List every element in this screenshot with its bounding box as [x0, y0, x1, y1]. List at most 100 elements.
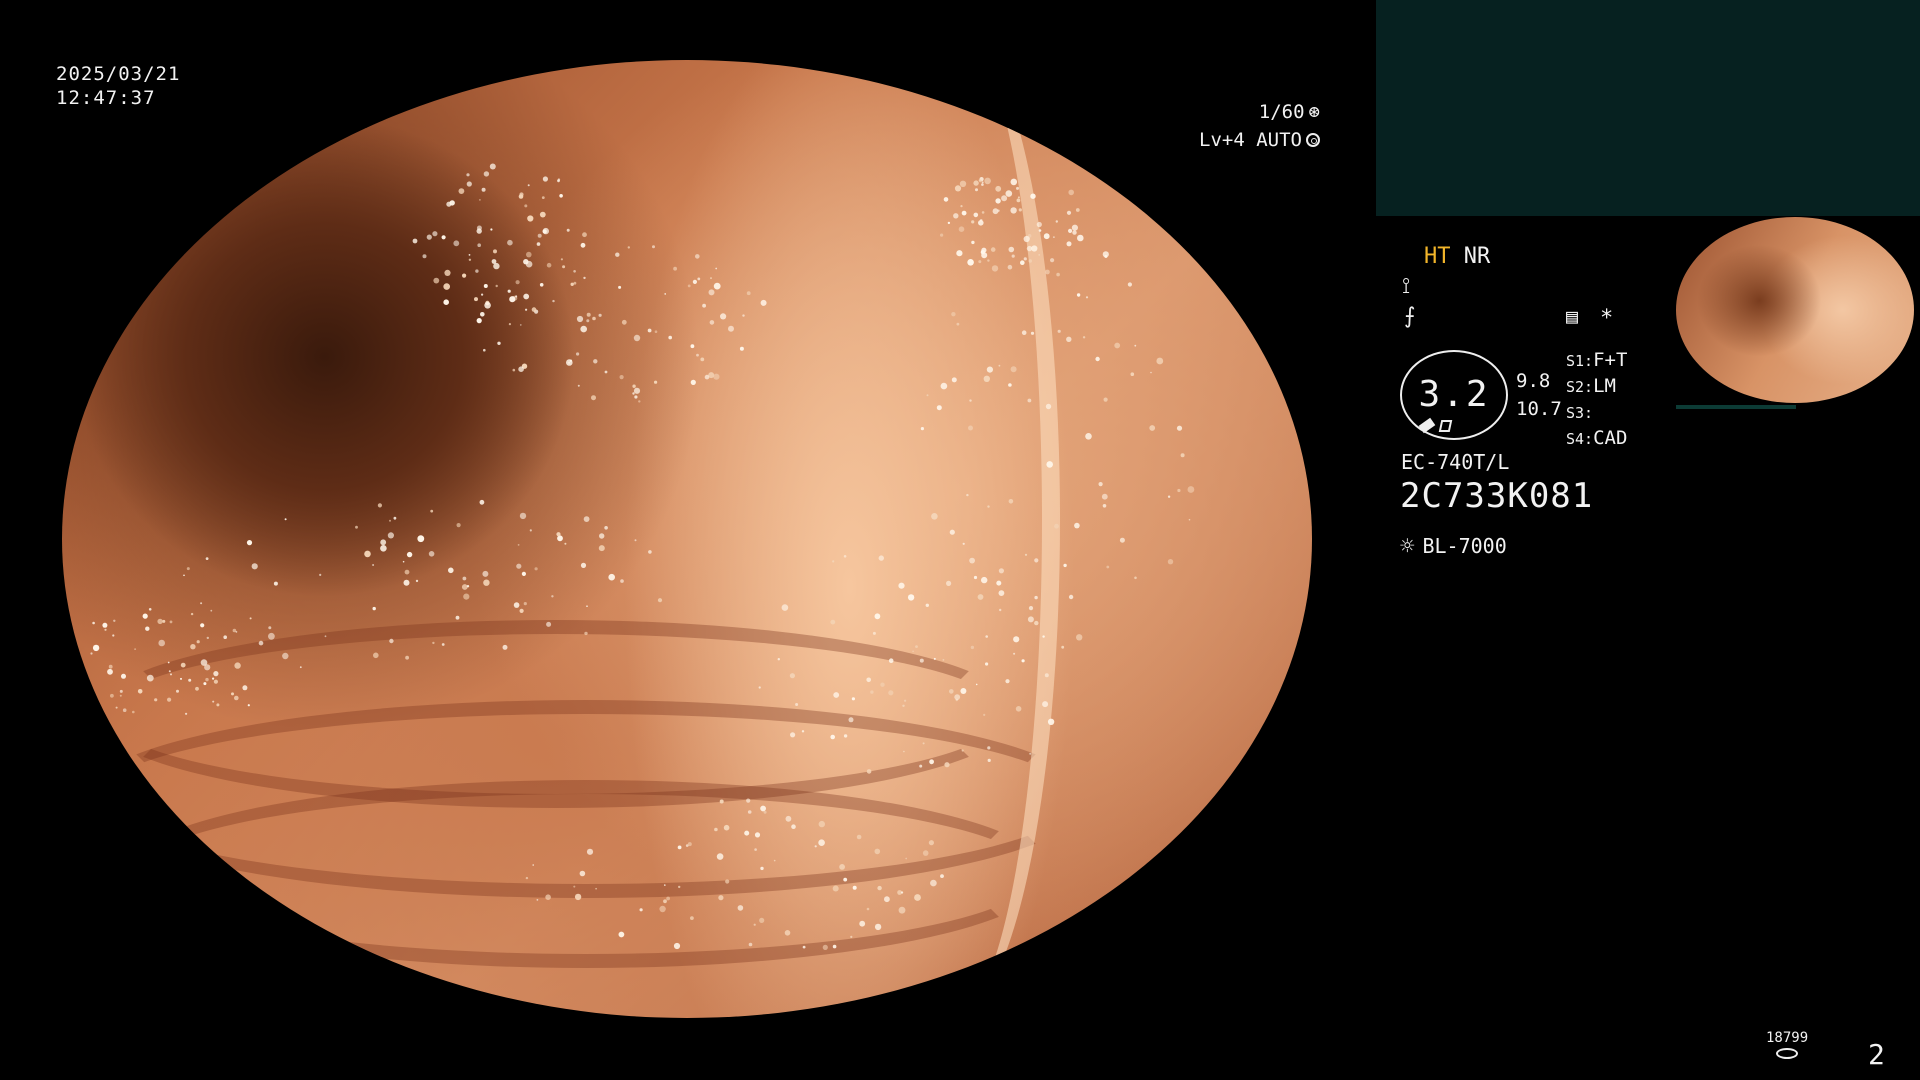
reflection-speck — [971, 240, 975, 245]
reflection-speck — [148, 608, 152, 611]
reflection-speck — [713, 282, 721, 290]
reflection-speck — [984, 177, 991, 185]
reflection-speck — [970, 645, 975, 650]
reflection-speck — [364, 550, 371, 558]
reflection-speck — [508, 323, 511, 326]
reflection-speck — [453, 240, 460, 247]
reflection-speck — [428, 551, 435, 557]
reflection-speck — [1066, 241, 1072, 247]
switch-key: S2: — [1566, 378, 1594, 396]
reflection-speck — [880, 682, 885, 687]
reflection-speck — [134, 648, 136, 650]
reflection-speck — [432, 641, 435, 645]
reflection-speck — [1038, 254, 1041, 256]
reflection-speck — [1021, 659, 1025, 663]
sharpness-icon: ⨍ — [1404, 304, 1416, 329]
reflection-speck — [527, 184, 530, 187]
reflection-speck — [466, 585, 470, 588]
reflection-speck — [953, 213, 959, 219]
reflection-speck — [557, 179, 560, 183]
reflection-speck — [966, 493, 969, 497]
reflection-speck — [545, 894, 551, 900]
reflection-speck — [268, 632, 275, 640]
reflection-speck — [615, 252, 620, 257]
reflection-speck — [102, 622, 108, 628]
reflection-speck — [608, 573, 615, 581]
reflection-speck — [458, 188, 465, 195]
reflection-speck — [833, 692, 840, 698]
reflection-speck — [949, 689, 954, 694]
reflection-speck — [444, 269, 451, 276]
reflection-speck — [1001, 195, 1008, 202]
reflection-speck — [874, 613, 881, 620]
reflection-speck — [180, 677, 182, 680]
aperture-icon: ⊛ — [1308, 101, 1320, 123]
reflection-speck — [1036, 221, 1042, 228]
reflection-speck — [996, 580, 1002, 586]
reflection-speck — [536, 899, 539, 901]
reflection-speck — [403, 579, 410, 586]
reflection-speck — [1187, 486, 1195, 493]
reflection-speck — [633, 387, 641, 394]
reflection-speck — [1038, 229, 1042, 232]
reflection-speck — [1013, 636, 1020, 643]
reflection-speck — [593, 359, 598, 364]
reflection-speck — [582, 232, 587, 238]
sub-screen — [1376, 0, 1920, 216]
reflection-speck — [539, 211, 546, 218]
reflection-speck — [518, 366, 524, 373]
reflection-speck — [546, 262, 552, 268]
reflection-speck — [466, 181, 472, 187]
shutter-row: 1/60 ⊛ — [1199, 98, 1320, 126]
reflection-speck — [234, 695, 239, 701]
reflection-speck — [632, 384, 636, 388]
reflection-speck — [839, 864, 845, 870]
gauge-lower: 10.7 — [1516, 398, 1562, 420]
reflection-speck — [851, 697, 856, 701]
reflection-speck — [441, 235, 446, 240]
reflection-speck — [186, 567, 190, 571]
reflection-speck — [983, 375, 990, 382]
reflection-speck — [1013, 652, 1016, 655]
reflection-speck — [210, 609, 213, 612]
reflection-speck — [944, 762, 950, 768]
reflection-speck — [954, 694, 961, 700]
reflection-speck — [481, 187, 486, 192]
reflection-speck — [393, 516, 397, 520]
reflection-speck — [475, 269, 479, 273]
reflection-speck — [562, 265, 566, 269]
reflection-speck — [975, 188, 978, 192]
reflection-speck — [760, 805, 766, 812]
reflection-speck — [832, 944, 837, 949]
reflection-speck — [190, 644, 196, 650]
reflection-speck — [1018, 208, 1022, 212]
reflection-speck — [461, 584, 468, 590]
reflection-speck — [709, 320, 715, 325]
reflection-speck — [1007, 264, 1013, 270]
reflection-speck — [719, 799, 724, 804]
reflection-speck — [258, 640, 264, 646]
reflection-speck — [104, 628, 107, 631]
reflection-speck — [954, 185, 962, 192]
reflection-speck — [176, 689, 179, 693]
reflection-speck — [1072, 230, 1077, 235]
reflection-speck — [405, 655, 409, 660]
reflection-speck — [1114, 342, 1121, 349]
reflection-speck — [497, 341, 501, 345]
reflection-speck — [483, 284, 488, 288]
reflection-speck — [1077, 234, 1084, 242]
reflection-speck — [690, 916, 694, 920]
reflection-speck — [1020, 260, 1025, 265]
reflection-speck — [483, 171, 490, 177]
reflection-speck — [462, 273, 467, 278]
reflection-speck — [449, 200, 455, 206]
reflection-speck — [586, 605, 588, 607]
reflection-speck — [432, 231, 438, 237]
reflection-speck — [592, 316, 596, 321]
reflection-speck — [519, 512, 527, 520]
gauge-value: 3.2 — [1418, 374, 1490, 415]
reflection-speck — [832, 560, 835, 563]
reflection-speck — [874, 923, 882, 931]
reflection-speck — [904, 699, 907, 702]
reflection-speck — [512, 368, 516, 372]
